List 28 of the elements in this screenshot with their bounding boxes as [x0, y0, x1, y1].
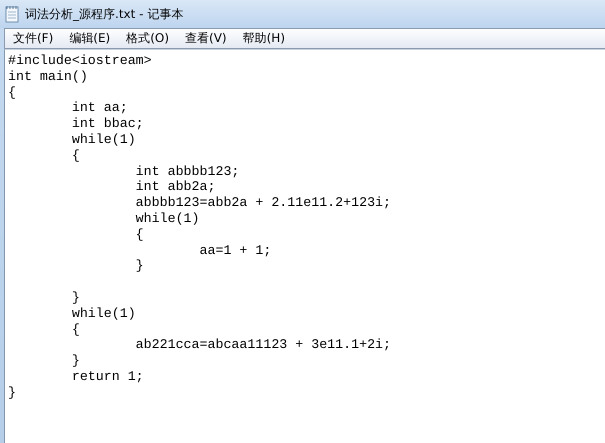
- code-line: aa=1 + 1;: [198, 242, 272, 258]
- code-line: }: [8, 384, 16, 400]
- code-line: while(1): [70, 132, 136, 147]
- menu-item[interactable]: 查看(V): [179, 29, 233, 48]
- code-line: {: [8, 84, 16, 100]
- code-line: #include<iostream>: [8, 53, 152, 68]
- code-line: ab221cca=abcaa11123 + 3e11.1+2i;: [134, 337, 392, 352]
- code-line: {: [70, 148, 80, 163]
- menu-item[interactable]: 文件(F): [7, 29, 60, 48]
- menu-item[interactable]: 帮助(H): [236, 29, 291, 48]
- code-line: return 1;: [70, 368, 144, 384]
- code-line: {: [134, 226, 144, 242]
- window-title: 词法分析_源程序.txt - 记事本: [25, 6, 184, 22]
- code-line: int abb2a;: [134, 179, 216, 194]
- code-line: while(1): [134, 210, 200, 226]
- code-line: abbbb123=abb2a + 2.11e11.2+123i;: [134, 195, 392, 210]
- code-line: {: [70, 322, 80, 337]
- code-line: int aa;: [70, 100, 128, 116]
- code-line: while(1): [70, 306, 136, 321]
- code-line: }: [70, 353, 80, 368]
- code-line: int main(): [8, 68, 88, 84]
- notepad-icon: [5, 5, 19, 23]
- menu-item[interactable]: 编辑(E): [63, 29, 116, 48]
- menu-item[interactable]: 格式(O): [120, 29, 176, 48]
- code-line: }: [70, 290, 80, 305]
- code-line: }: [134, 258, 144, 274]
- code-line: int bbac;: [70, 116, 144, 132]
- code-line: int abbbb123;: [134, 164, 240, 179]
